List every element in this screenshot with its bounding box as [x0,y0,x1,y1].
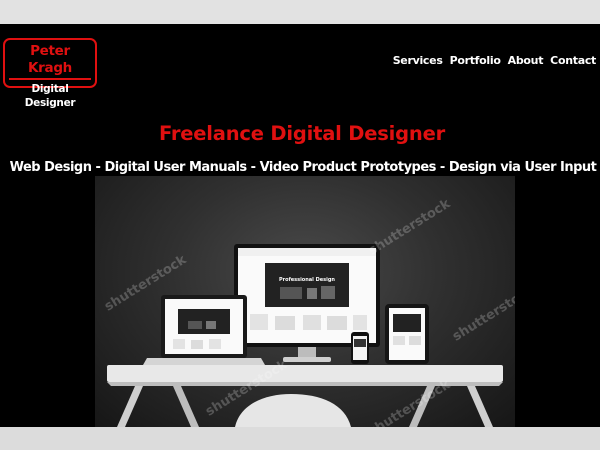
monitor-stand [298,347,316,357]
monitor-base [283,357,331,362]
hero-headline: Freelance Digital Designer [158,122,446,145]
desk-leg-right [467,386,493,427]
nav-about[interactable]: About [508,54,544,67]
chair [235,394,351,427]
logo-name: Peter Kragh [27,43,72,76]
site-logo[interactable]: Peter Kragh Digital Designer [3,38,97,109]
monitor-banner-title: Professional Design [279,277,335,283]
logo-divider [9,78,91,80]
monitor-banner [265,263,349,307]
logo-role: Digital Designer [24,83,76,109]
hero-image: Professional Design shutterstock shutter… [95,176,515,427]
top-band [0,0,600,24]
main-nav: Services Portfolio About Contact [393,54,597,67]
desk-leg-left [117,386,143,427]
nav-services[interactable]: Services [393,54,443,67]
bottom-band [0,427,600,450]
page: Peter Kragh Digital Designer Services Po… [0,24,600,427]
nav-contact[interactable]: Contact [550,54,596,67]
desk-leg-left-rear [173,386,199,427]
nav-portfolio[interactable]: Portfolio [450,54,501,67]
hero-subline: Web Design - Digital User Manuals - Vide… [9,160,597,175]
laptop-base [143,358,265,365]
